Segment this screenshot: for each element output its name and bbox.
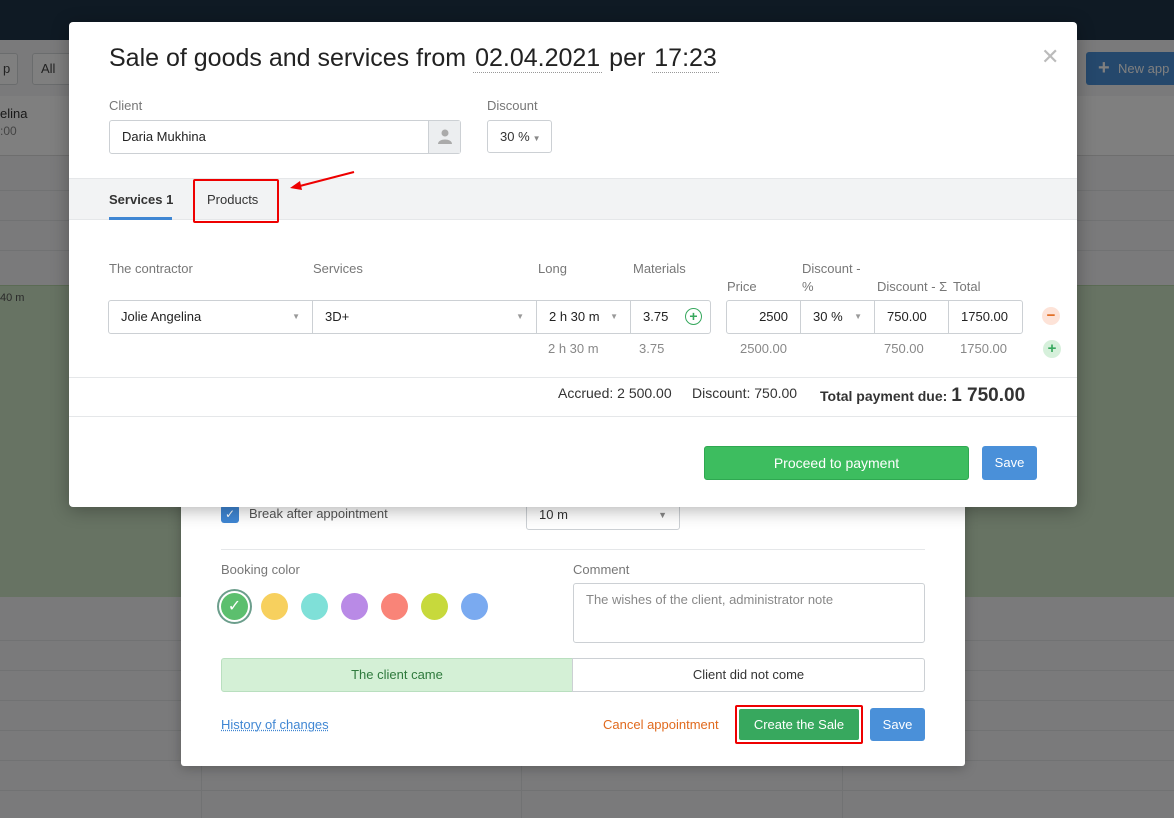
break-checkbox[interactable]: ✓	[221, 505, 239, 523]
service-value: 3D+	[325, 309, 350, 324]
col-long: Long	[538, 261, 567, 276]
active-tab-indicator	[109, 217, 172, 220]
col-discount-sum: Discount - Σ	[877, 279, 948, 294]
col-services: Services	[313, 261, 363, 276]
person-icon[interactable]	[428, 121, 460, 153]
discount-total: Discount: 750.00	[692, 385, 798, 401]
discount-sum-field[interactable]: 750.00	[874, 300, 949, 334]
discount-pct-value: 30 %	[813, 309, 843, 324]
divider	[69, 377, 1077, 378]
color-swatch-lime[interactable]	[421, 593, 448, 620]
price-field[interactable]: 2500	[726, 300, 801, 334]
col-materials: Materials	[633, 261, 686, 276]
add-row-icon[interactable]: +	[1043, 340, 1061, 358]
divider	[69, 416, 1077, 417]
col-price: Price	[727, 279, 757, 294]
highlight-frame	[193, 179, 279, 223]
remove-row-icon[interactable]: −	[1042, 307, 1060, 325]
service-select[interactable]: 3D+ ▼	[312, 300, 537, 334]
color-swatch-green[interactable]: ✓	[221, 593, 248, 620]
tab-services[interactable]: Services 1	[109, 192, 173, 207]
col-contractor: The contractor	[109, 261, 193, 276]
color-swatch-purple[interactable]	[341, 593, 368, 620]
client-field[interactable]: Daria Mukhina	[109, 120, 461, 154]
client-value: Daria Mukhina	[122, 129, 206, 144]
history-of-changes-link[interactable]: History of changes	[221, 717, 329, 732]
col-discount-pct-line2: %	[802, 279, 814, 294]
payment-due-value: 1 750.00	[951, 385, 1026, 406]
client-did-not-come-toggle[interactable]: Client did not come	[572, 658, 925, 692]
col-total: Total	[953, 279, 981, 294]
booking-color-label: Booking color	[221, 562, 300, 577]
discount-label: Discount	[487, 98, 538, 113]
subtotal-materials: 3.75	[639, 341, 665, 356]
proceed-to-payment-button[interactable]: Proceed to payment	[704, 446, 969, 480]
chevron-down-icon: ▼	[292, 312, 300, 321]
close-icon[interactable]: ✕	[1041, 44, 1059, 70]
subtotal-price: 2500.00	[740, 341, 787, 356]
title-per: per	[609, 44, 646, 72]
comment-textarea[interactable]: The wishes of the client, administrator …	[573, 583, 925, 643]
subtotal-long: 2 h 30 m	[548, 341, 599, 356]
materials-value: 3.75	[643, 309, 669, 324]
color-swatch-yellow[interactable]	[261, 593, 288, 620]
client-label: Client	[109, 98, 143, 113]
modal-title: Sale of goods and services from 02.04.20…	[109, 44, 719, 73]
add-material-icon[interactable]: +	[685, 308, 702, 325]
check-icon: ✓	[227, 598, 242, 615]
break-duration-value: 10 m	[539, 507, 568, 522]
col-discount-pct-line1: Discount -	[802, 261, 861, 276]
chevron-down-icon: ▼	[854, 312, 862, 321]
payment-due-label: Total payment due:	[820, 388, 948, 404]
chevron-down-icon: ▼	[516, 312, 524, 321]
sale-date[interactable]: 02.04.2021	[473, 44, 603, 73]
cancel-appointment-link[interactable]: Cancel appointment	[603, 717, 719, 732]
accrued-total: Accrued: 2 500.00	[558, 385, 672, 401]
sale-modal: Sale of goods and services from 02.04.20…	[69, 22, 1077, 507]
discount-value: 30 %	[500, 129, 530, 144]
materials-field[interactable]: 3.75 +	[630, 300, 711, 334]
color-swatch-red[interactable]	[381, 593, 408, 620]
total-field[interactable]: 1750.00	[948, 300, 1023, 334]
appointment-save-button[interactable]: Save	[870, 708, 925, 741]
break-label: Break after appointment	[249, 506, 388, 521]
sale-time[interactable]: 17:23	[652, 44, 719, 73]
discount-pct-select[interactable]: 30 % ▼	[800, 300, 875, 334]
color-swatch-teal[interactable]	[301, 593, 328, 620]
chevron-down-icon: ▼	[610, 312, 618, 321]
contractor-value: Jolie Angelina	[121, 309, 202, 324]
client-came-toggle[interactable]: The client came	[221, 658, 573, 692]
chevron-down-icon: ▼	[532, 134, 541, 143]
discount-select[interactable]: 30 % ▼	[487, 120, 552, 153]
title-prefix: Sale of goods and services from	[109, 44, 467, 72]
duration-value: 2 h 30 m	[549, 309, 600, 324]
contractor-select[interactable]: Jolie Angelina ▼	[108, 300, 313, 334]
payment-due: Total payment due: 1 750.00	[820, 385, 1025, 407]
col-discount-pct: Discount - %	[802, 260, 861, 296]
appointment-dialog: ✓ Break after appointment 10 m ▼ Booking…	[181, 470, 965, 766]
subtotal-discount: 750.00	[884, 341, 924, 356]
comment-label: Comment	[573, 562, 630, 577]
annotation-arrow-icon	[290, 171, 355, 190]
save-button[interactable]: Save	[982, 446, 1037, 480]
color-swatch-blue[interactable]	[461, 593, 488, 620]
create-sale-button[interactable]: Create the Sale	[739, 709, 859, 740]
duration-select[interactable]: 2 h 30 m ▼	[536, 300, 631, 334]
divider	[221, 549, 925, 550]
subtotal-total: 1750.00	[960, 341, 1007, 356]
